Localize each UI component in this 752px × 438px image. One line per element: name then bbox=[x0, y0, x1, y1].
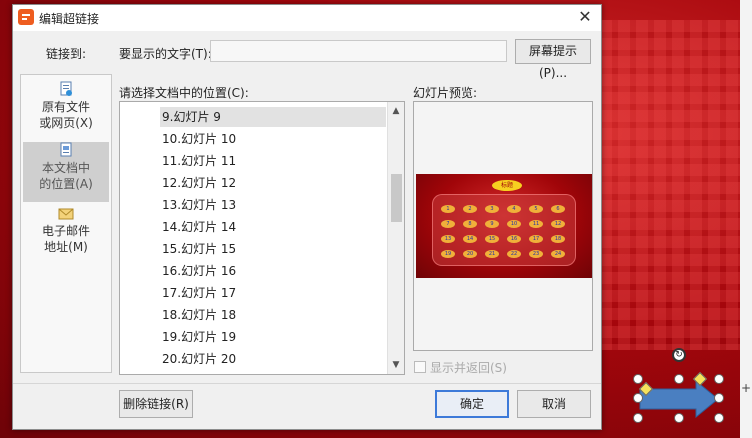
list-item[interactable]: 19.幻灯片 19 bbox=[160, 327, 386, 347]
link-to-item-line1: 电子邮件 bbox=[41, 224, 90, 238]
show-and-return-checkbox[interactable] bbox=[414, 361, 426, 373]
list-scrollbar[interactable]: ▲ ▼ bbox=[387, 102, 404, 374]
list-item[interactable]: 18.幻灯片 18 bbox=[160, 305, 386, 325]
link-to-item-line2: 地址(M) bbox=[44, 240, 88, 254]
resize-handle-right[interactable] bbox=[714, 393, 724, 403]
link-to-item-line1: 原有文件 bbox=[41, 100, 90, 114]
cancel-button[interactable]: 取消 bbox=[517, 390, 591, 418]
thumbnail-number: 19 bbox=[441, 250, 455, 258]
file-icon bbox=[60, 81, 72, 96]
resize-handle-top-left[interactable] bbox=[633, 374, 643, 384]
thumbnail-number: 12 bbox=[551, 220, 565, 228]
thumbnail-number: 9 bbox=[485, 220, 499, 228]
thumbnail-number: 18 bbox=[551, 235, 565, 243]
slide-location-list[interactable]: 9.幻灯片 9 10.幻灯片 10 11.幻灯片 11 12.幻灯片 12 13… bbox=[119, 101, 405, 375]
slide-preview-pane: 标题 1 2 3 4 5 6 7 8 9 10 11 12 13 14 15 1… bbox=[413, 101, 593, 351]
thumbnail-number: 13 bbox=[441, 235, 455, 243]
list-item[interactable]: 17.幻灯片 17 bbox=[160, 283, 386, 303]
resize-handle-top-right[interactable] bbox=[714, 374, 724, 384]
preview-label: 幻灯片预览: bbox=[413, 86, 478, 100]
thumbnail-number: 6 bbox=[551, 205, 565, 213]
resize-handle-top[interactable] bbox=[674, 374, 684, 384]
link-to-existing-file[interactable]: 原有文件 或网页(X) bbox=[23, 81, 109, 141]
thumbnail-title-badge: 标题 bbox=[492, 180, 522, 191]
scroll-down-icon[interactable]: ▼ bbox=[391, 360, 401, 370]
resize-handle-bottom-left[interactable] bbox=[633, 413, 643, 423]
ok-button[interactable]: 确定 bbox=[435, 390, 509, 418]
slide-background-pattern bbox=[600, 20, 750, 350]
edit-hyperlink-dialog: 编辑超链接 ✕ 链接到: 要显示的文字(T): 屏幕提示(P)... 原有文件 … bbox=[12, 4, 602, 430]
location-label: 请选择文档中的位置(C): bbox=[119, 86, 249, 100]
list-item[interactable]: 11.幻灯片 11 bbox=[160, 151, 386, 171]
thumbnail-number: 16 bbox=[507, 235, 521, 243]
list-item[interactable]: 12.幻灯片 12 bbox=[160, 173, 386, 193]
resize-handle-bottom-right[interactable] bbox=[714, 413, 724, 423]
thumbnail-number-panel: 1 2 3 4 5 6 7 8 9 10 11 12 13 14 15 16 1… bbox=[432, 194, 576, 266]
right-edge-panel bbox=[740, 0, 752, 438]
list-item[interactable]: 13.幻灯片 13 bbox=[160, 195, 386, 215]
thumbnail-number: 21 bbox=[485, 250, 499, 258]
resize-handle-left[interactable] bbox=[633, 393, 643, 403]
email-icon bbox=[58, 208, 74, 220]
thumbnail-number: 2 bbox=[463, 205, 477, 213]
list-item[interactable]: 15.幻灯片 15 bbox=[160, 239, 386, 259]
thumbnail-number: 15 bbox=[485, 235, 499, 243]
close-button[interactable]: ✕ bbox=[573, 6, 597, 28]
list-item[interactable]: 9.幻灯片 9 bbox=[160, 107, 386, 127]
thumbnail-number: 5 bbox=[529, 205, 543, 213]
show-and-return-label: 显示并返回(S) bbox=[430, 361, 507, 375]
thumbnail-number: 10 bbox=[507, 220, 521, 228]
thumbnail-number: 11 bbox=[529, 220, 543, 228]
scroll-thumb[interactable] bbox=[391, 174, 402, 222]
list-item[interactable]: 20.幻灯片 20 bbox=[160, 349, 386, 369]
thumbnail-number: 3 bbox=[485, 205, 499, 213]
list-item[interactable]: 16.幻灯片 16 bbox=[160, 261, 386, 281]
display-text-input[interactable] bbox=[210, 40, 507, 62]
screen-tip-button[interactable]: 屏幕提示(P)... bbox=[515, 39, 591, 80]
link-to-item-line1: 本文档中 bbox=[41, 161, 90, 175]
scroll-up-icon[interactable]: ▲ bbox=[391, 106, 401, 116]
resize-handle-bottom[interactable] bbox=[674, 413, 684, 423]
thumbnail-number: 8 bbox=[463, 220, 477, 228]
thumbnail-number: 20 bbox=[463, 250, 477, 258]
wps-app-icon bbox=[18, 9, 34, 25]
thumbnail-number: 17 bbox=[529, 235, 543, 243]
add-slide-icon[interactable]: + bbox=[741, 381, 751, 395]
thumbnail-number: 7 bbox=[441, 220, 455, 228]
list-item[interactable]: 10.幻灯片 10 bbox=[160, 129, 386, 149]
document-place-icon bbox=[60, 142, 72, 157]
link-to-label: 链接到: bbox=[46, 47, 87, 61]
link-to-item-line2: 的位置(A) bbox=[39, 177, 93, 191]
dialog-title: 编辑超链接 bbox=[39, 12, 100, 26]
thumbnail-number: 1 bbox=[441, 205, 455, 213]
thumbnail-number: 4 bbox=[507, 205, 521, 213]
thumbnail-number: 22 bbox=[507, 250, 521, 258]
dialog-titlebar: 编辑超链接 ✕ bbox=[13, 5, 601, 31]
remove-link-button[interactable]: 删除链接(R) bbox=[119, 390, 193, 418]
link-to-panel: 原有文件 或网页(X) 本文档中 的位置(A) 电子邮件 地址(M) bbox=[20, 74, 112, 373]
thumbnail-number: 24 bbox=[551, 250, 565, 258]
footer-divider bbox=[13, 383, 601, 384]
thumbnail-number: 14 bbox=[463, 235, 477, 243]
thumbnail-number: 23 bbox=[529, 250, 543, 258]
link-to-email[interactable]: 电子邮件 地址(M) bbox=[23, 205, 109, 265]
slide-thumbnail: 标题 1 2 3 4 5 6 7 8 9 10 11 12 13 14 15 1… bbox=[416, 174, 592, 278]
display-text-label: 要显示的文字(T): bbox=[119, 47, 212, 61]
link-to-item-line2: 或网页(X) bbox=[39, 116, 93, 130]
link-to-place-in-document[interactable]: 本文档中 的位置(A) bbox=[23, 142, 109, 202]
list-item[interactable]: 14.幻灯片 14 bbox=[160, 217, 386, 237]
rotate-handle[interactable]: ↻ bbox=[672, 348, 686, 362]
